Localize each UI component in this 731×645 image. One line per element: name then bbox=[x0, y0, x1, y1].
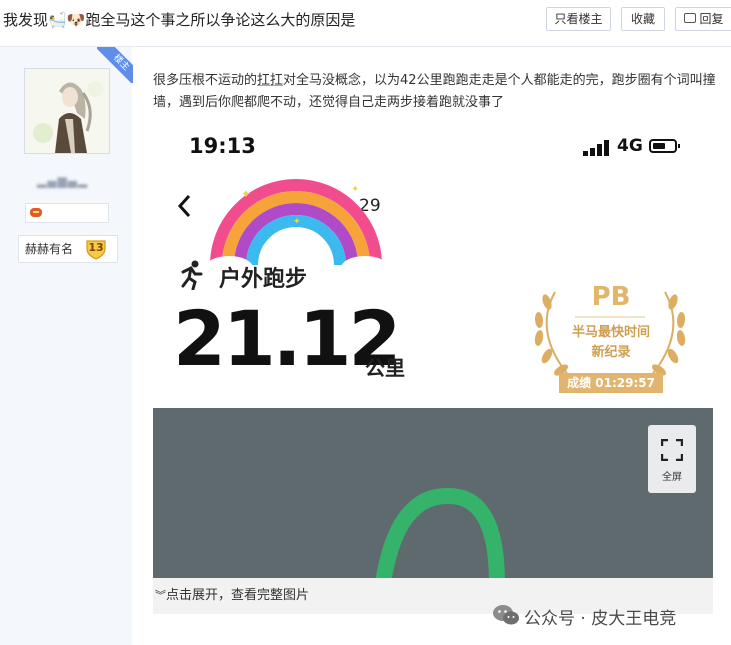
only-view-op-button[interactable]: 只看楼主 bbox=[546, 7, 611, 31]
status-time: 19:13 bbox=[189, 134, 256, 158]
username-blurred[interactable]: ▂▄▆▄▂ bbox=[37, 174, 97, 190]
activity-name: 户外跑步 bbox=[219, 267, 308, 292]
favorite-button[interactable]: 收藏 bbox=[621, 7, 665, 31]
post-text: 很多压根不运动的扛扛对全马没概念，以为42公里跑跑走走是个人都能走的完，跑步圈有… bbox=[153, 70, 718, 114]
pb-score: 成绩 01:29:57 bbox=[559, 373, 663, 393]
distance-unit: 公里 bbox=[365, 356, 405, 380]
double-chevron-down-icon: ︾ bbox=[155, 589, 166, 602]
reply-icon bbox=[684, 13, 697, 23]
svg-text:✦: ✦ bbox=[293, 217, 301, 227]
rank-name: 赫赫有名 bbox=[25, 242, 74, 256]
post-image[interactable]: 19:13 4G 29 ✦ ✦ ✦ 户外跑步 21.12 公里 PB 半马最快时… bbox=[153, 122, 713, 614]
network-type: 4G bbox=[617, 136, 643, 156]
reply-label: 回复 bbox=[699, 12, 724, 26]
wechat-watermark: 公众号 · 皮大王电竞 bbox=[492, 602, 722, 629]
fullscreen-button[interactable]: 全屏 bbox=[648, 425, 696, 493]
svg-text:✦: ✦ bbox=[241, 187, 251, 201]
rank-level-number: 13 bbox=[88, 241, 104, 254]
avatar[interactable] bbox=[24, 68, 110, 154]
rank-level-icon: 13 bbox=[85, 238, 107, 260]
pb-title: PB bbox=[591, 282, 631, 312]
gamepad-icon bbox=[30, 208, 42, 217]
battery-icon bbox=[649, 139, 680, 153]
rank-box: 赫赫有名 13 bbox=[18, 235, 118, 263]
signal-icon bbox=[583, 140, 609, 156]
svg-text:✦: ✦ bbox=[351, 184, 359, 195]
avatar-illustration bbox=[25, 69, 109, 153]
pb-record-sublabel: 新纪录 bbox=[591, 345, 631, 360]
route-path bbox=[375, 488, 505, 578]
reply-button[interactable]: 回复 bbox=[675, 7, 731, 31]
expand-label: 点击展开，查看完整图片 bbox=[166, 588, 310, 603]
post-text-part: 很多压根不运动的 bbox=[153, 73, 258, 88]
watermark-text: 公众号 · 皮大王电竞 bbox=[524, 609, 677, 629]
route-map[interactable]: 全屏 bbox=[153, 408, 713, 578]
fullscreen-icon bbox=[661, 439, 683, 461]
post-text-link[interactable]: 扛扛 bbox=[257, 73, 283, 88]
game-badge bbox=[25, 203, 109, 223]
wechat-icon bbox=[493, 605, 519, 625]
back-arrow-icon bbox=[177, 194, 191, 218]
fullscreen-label: 全屏 bbox=[662, 472, 682, 483]
post-title: 我发现🛀🐶跑全马这个事之所以争论这么大的原因是 bbox=[3, 11, 356, 29]
running-icon bbox=[181, 260, 203, 290]
pb-record-label: 半马最快时间 bbox=[571, 325, 650, 340]
